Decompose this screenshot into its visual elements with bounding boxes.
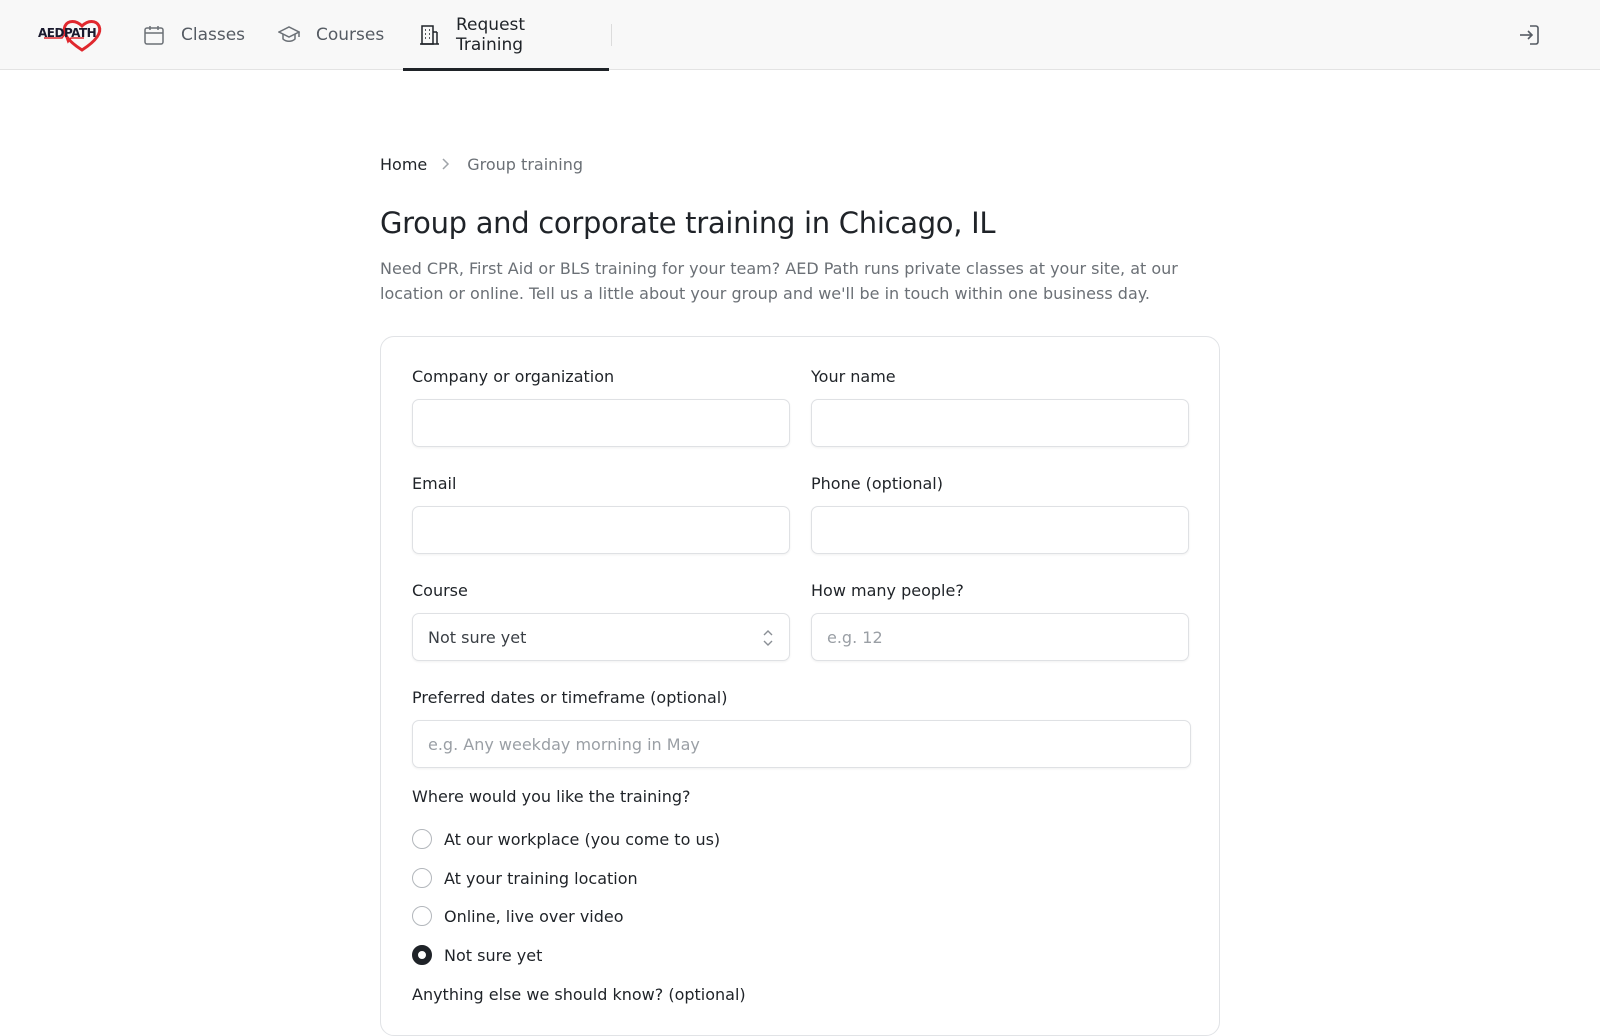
top-navigation: AEDPATH Classes Courses Request Training	[0, 0, 1600, 71]
radio-button-selected[interactable]	[412, 945, 432, 965]
page-intro: Need CPR, First Aid or BLS training for …	[380, 259, 1178, 303]
calendar-icon	[143, 24, 165, 46]
location-option-training-location[interactable]: At your training location	[412, 868, 638, 888]
nav-request-training-label: Request Training	[456, 15, 526, 55]
people-field-group: How many people?	[811, 581, 1189, 661]
chevron-right-icon	[441, 157, 451, 171]
main-content: Home Group training Group and corporate …	[380, 140, 1220, 1036]
dates-label: Preferred dates or timeframe (optional)	[412, 688, 728, 707]
email-input[interactable]	[412, 506, 790, 554]
location-option-online[interactable]: Online, live over video	[412, 906, 624, 926]
page-title: Group and corporate training in Chicago,…	[380, 206, 996, 240]
location-option-workplace[interactable]: At our workplace (you come to us)	[412, 829, 720, 849]
radio-label: At your training location	[444, 868, 638, 888]
company-field-group: Company or organization	[412, 367, 790, 447]
nav-classes[interactable]: Classes	[143, 0, 245, 70]
nav-divider	[611, 24, 612, 46]
nav-classes-label: Classes	[181, 25, 246, 45]
graduation-cap-icon	[278, 24, 300, 46]
people-count-input[interactable]	[811, 613, 1189, 661]
radio-button[interactable]	[412, 829, 432, 849]
radio-label: Not sure yet	[444, 945, 543, 965]
breadcrumb-current: Group training	[467, 154, 584, 174]
email-label: Email	[412, 474, 457, 493]
breadcrumb-home-link[interactable]: Home	[380, 155, 427, 174]
phone-label: Phone (optional)	[811, 474, 943, 493]
building-icon	[418, 24, 440, 46]
people-label: How many people?	[811, 581, 964, 600]
dates-input[interactable]	[412, 720, 1191, 768]
nav-courses-label: Courses	[316, 25, 385, 45]
radio-label: Online, live over video	[444, 906, 624, 926]
location-question-label: Where would you like the training?	[412, 787, 691, 806]
location-option-not-sure[interactable]: Not sure yet	[412, 945, 542, 965]
logo-wordmark: AEDPATH	[38, 26, 97, 40]
course-field-group: Course Not sure yet	[412, 581, 790, 661]
email-field-group: Email	[412, 474, 790, 554]
course-label: Course	[412, 581, 468, 600]
sign-in-icon[interactable]	[1517, 23, 1541, 47]
company-input[interactable]	[412, 399, 790, 447]
radio-label: At our workplace (you come to us)	[444, 829, 721, 849]
name-input[interactable]	[811, 399, 1189, 447]
radio-button[interactable]	[412, 906, 432, 926]
breadcrumb: Home Group training	[380, 140, 1220, 188]
notes-label: Anything else we should know? (optional)	[412, 985, 746, 1004]
name-field-group: Your name	[811, 367, 1189, 447]
phone-field-group: Phone (optional)	[811, 474, 1189, 554]
name-label: Your name	[811, 367, 896, 386]
nav-request-training[interactable]: Request Training	[403, 0, 609, 71]
company-label: Company or organization	[412, 367, 615, 386]
aedpath-logo[interactable]: AEDPATH	[38, 17, 110, 55]
phone-input[interactable]	[811, 506, 1189, 554]
course-select-value: Not sure yet	[428, 627, 527, 647]
training-request-form: Company or organization Your name Email …	[380, 336, 1220, 1036]
radio-button[interactable]	[412, 868, 432, 888]
chevron-up-down-icon	[761, 628, 775, 648]
course-select[interactable]: Not sure yet	[412, 613, 790, 661]
nav-courses[interactable]: Courses	[278, 0, 384, 70]
dates-field-group: Preferred dates or timeframe (optional)	[412, 688, 1191, 768]
